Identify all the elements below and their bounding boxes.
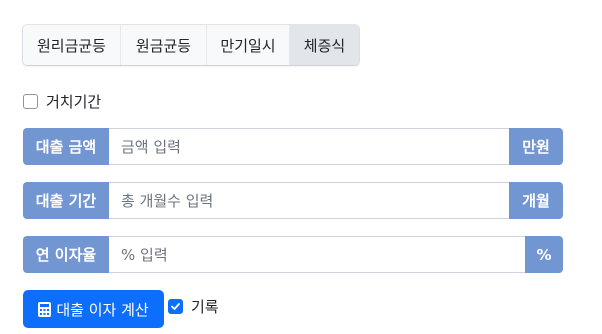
grace-period-checkbox[interactable] xyxy=(23,93,38,109)
tab-equal-principal[interactable]: 원금균등 xyxy=(121,25,207,65)
loan-term-unit: 개월 xyxy=(509,182,563,219)
tab-equal-principal-interest[interactable]: 원리금균등 xyxy=(23,25,121,65)
grace-period-label: 거치기간 xyxy=(46,92,102,111)
loan-amount-unit: 만원 xyxy=(509,128,563,165)
record-checkbox[interactable] xyxy=(168,298,183,314)
tab-bullet-maturity[interactable]: 만기일시 xyxy=(207,25,290,65)
loan-term-label: 대출 기간 xyxy=(23,182,109,219)
loan-amount-group: 대출 금액 금액 입력 만원 xyxy=(23,128,563,165)
loan-term-input[interactable]: 총 개월수 입력 xyxy=(109,182,509,219)
interest-rate-input[interactable]: % 입력 xyxy=(109,236,525,273)
loan-amount-label: 대출 금액 xyxy=(23,128,109,165)
interest-rate-group: 연 이자율 % 입력 % xyxy=(23,236,563,273)
loan-amount-input[interactable]: 금액 입력 xyxy=(109,128,509,165)
loan-term-group: 대출 기간 총 개월수 입력 개월 xyxy=(23,182,563,219)
calculator-icon xyxy=(38,301,52,317)
tab-graduated[interactable]: 체증식 xyxy=(290,25,359,65)
interest-rate-unit: % xyxy=(525,236,563,273)
repayment-method-tabs: 원리금균등 원금균등 만기일시 체증식 xyxy=(23,25,359,65)
record-option: 기록 xyxy=(168,296,219,316)
record-label: 기록 xyxy=(191,297,219,316)
checkmark-icon xyxy=(171,302,180,310)
calculate-button-label: 대출 이자 계산 xyxy=(56,300,149,319)
calculate-button[interactable]: 대출 이자 계산 xyxy=(23,290,164,328)
grace-period-option: 거치기간 xyxy=(23,90,101,112)
interest-rate-label: 연 이자율 xyxy=(23,236,109,273)
